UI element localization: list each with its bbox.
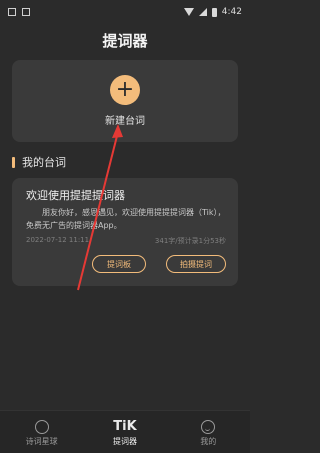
script-card[interactable]: 欢迎使用提提提词器 朋友你好，感恩遇见，欢迎使用提提提词器（Tik），免费无广告…: [12, 178, 238, 286]
plus-icon[interactable]: +: [110, 75, 140, 105]
tab-mine[interactable]: 我的: [178, 418, 238, 447]
status-time: 4:42: [221, 7, 242, 17]
tik-logo-icon: TiK: [113, 419, 137, 434]
tab-label: 我的: [200, 436, 217, 446]
script-title: 欢迎使用提提提词器: [26, 189, 125, 202]
my-scripts-section: 我的台词: [12, 154, 66, 170]
wifi-icon: [183, 8, 194, 16]
planet-icon: [32, 418, 52, 436]
tab-label: 提词器: [112, 436, 137, 446]
signal-icon: [198, 8, 207, 16]
shoot-prompt-button[interactable]: 拍摄提词: [166, 255, 226, 273]
new-script-label: 新建台词: [105, 116, 145, 127]
tab-label: 诗词星球: [25, 436, 58, 446]
section-title: 我的台词: [22, 156, 66, 169]
smile-icon: [198, 418, 218, 436]
notification-box-icon: [8, 8, 16, 16]
tab-teleprompter[interactable]: TiK 提词器: [95, 418, 155, 447]
script-date: 2022-07-12 11:11: [26, 236, 90, 244]
section-accent-bar: [12, 156, 15, 168]
status-icons-right: 4:42: [183, 7, 242, 17]
new-script-card[interactable]: + 新建台词: [12, 60, 238, 142]
script-meta: 2022-07-12 11:11 341字/预计录1分53秒: [26, 236, 226, 246]
sim-icon: [22, 8, 30, 16]
battery-icon: [211, 7, 217, 17]
script-body: 朋友你好，感恩遇见，欢迎使用提提提词器（Tik），免费无广告的提词器App。: [26, 208, 226, 230]
status-icons-left: [8, 8, 30, 16]
tab-poetry-planet[interactable]: 诗词星球: [12, 418, 72, 447]
script-stats: 341字/预计录1分53秒: [154, 237, 226, 245]
status-bar: 4:42: [0, 0, 250, 24]
bottom-tab-bar: 诗词星球 TiK 提词器 我的: [0, 410, 250, 453]
page-title: 提词器: [102, 31, 148, 50]
teleprompter-board-button[interactable]: 提词板: [92, 255, 146, 273]
